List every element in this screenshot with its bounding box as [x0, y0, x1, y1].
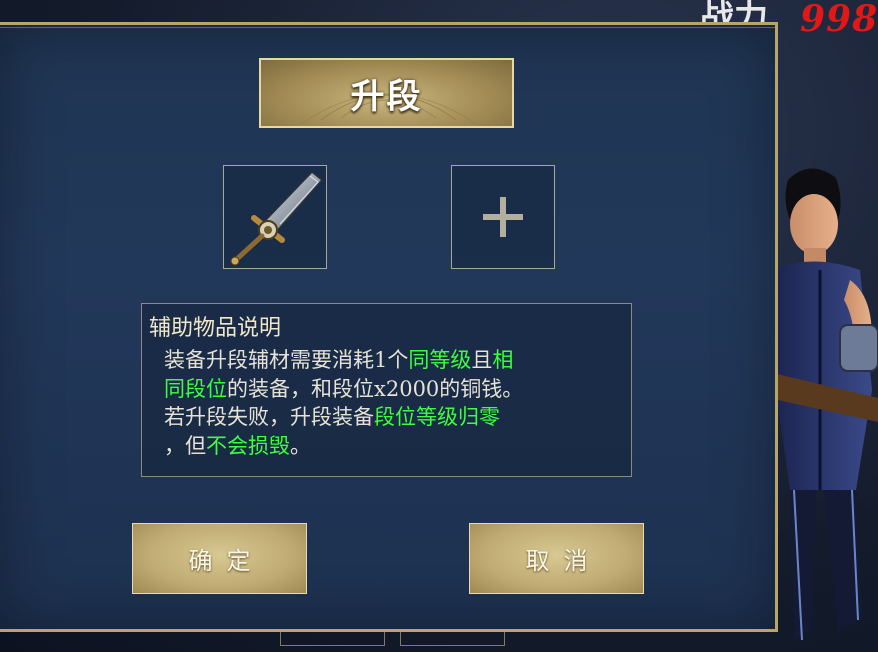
- description-heading: 辅助物品说明: [149, 316, 282, 341]
- desc-text-1: 装备升段辅材需要消耗1个: [164, 348, 409, 372]
- upgrade-dialog: 升段 辅助物品说明 装备升段辅材需要消耗1个同等级且相 同段位的装备，和段位x2…: [0, 22, 778, 632]
- description-box: 辅助物品说明 装备升段辅材需要消耗1个同等级且相 同段位的装备，和段位x2000…: [141, 303, 632, 477]
- desc-text-4: 若升段失败，升段装备: [164, 405, 374, 429]
- equipment-slot[interactable]: [223, 165, 327, 269]
- material-slot[interactable]: [451, 165, 555, 269]
- description-text: 装备升段辅材需要消耗1个同等级且相 同段位的装备，和段位x2000的铜钱。 若升…: [164, 346, 612, 460]
- bottom-tab-right: [400, 632, 505, 646]
- desc-highlight-4: 段位等级归零: [374, 405, 500, 429]
- desc-highlight-3: 同段位: [164, 376, 227, 401]
- cancel-button[interactable]: 取消: [469, 523, 644, 594]
- confirm-button[interactable]: 确定: [132, 523, 307, 594]
- desc-text-2: 且: [471, 348, 493, 372]
- desc-highlight-1: 同等级: [408, 348, 472, 372]
- power-score-value: 9989: [800, 0, 878, 40]
- desc-text-3: 的装备，和段位x2000的铜钱。: [227, 376, 524, 401]
- plus-icon: [483, 197, 523, 237]
- desc-text-6: 。: [290, 433, 311, 458]
- bottom-tab-left: [280, 632, 385, 646]
- desc-highlight-5: 不会损毁: [206, 433, 290, 458]
- dialog-title: 升段: [350, 76, 423, 117]
- desc-highlight-2: 相: [492, 348, 514, 372]
- dialog-title-plate: 升段: [259, 58, 514, 128]
- sword-icon: [230, 170, 324, 266]
- desc-text-5: ，但: [164, 433, 206, 458]
